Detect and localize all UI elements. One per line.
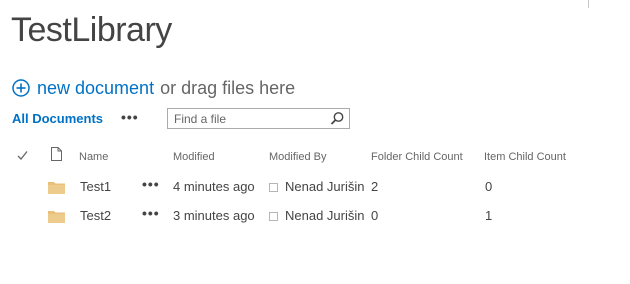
- item-name-link[interactable]: Test2: [80, 208, 111, 223]
- add-circle-icon[interactable]: [12, 79, 30, 97]
- page-title: TestLibrary: [11, 11, 172, 49]
- table-row[interactable]: Test2 ••• 3 minutes ago Nenad Jurišin 0 …: [0, 202, 630, 230]
- search-input[interactable]: [168, 109, 326, 128]
- item-modified-by[interactable]: Nenad Jurišin: [285, 208, 365, 223]
- drag-files-hint: or drag files here: [160, 77, 296, 98]
- select-all-check-icon[interactable]: [17, 150, 28, 161]
- upload-bar: new document or drag files here: [12, 76, 295, 100]
- divider: [588, 0, 589, 8]
- presence-indicator: [269, 212, 278, 221]
- column-header-folder-child-count[interactable]: Folder Child Count: [371, 151, 463, 163]
- item-modified-by[interactable]: Nenad Jurišin: [285, 179, 365, 194]
- item-modified: 3 minutes ago: [173, 208, 255, 223]
- item-name-link[interactable]: Test1: [80, 179, 111, 194]
- item-folder-child-count: 2: [371, 179, 379, 194]
- folder-icon: [48, 182, 65, 194]
- table-row[interactable]: Test1 ••• 4 minutes ago Nenad Jurišin 2 …: [0, 173, 630, 201]
- search-box: [167, 108, 350, 129]
- document-library-page: TestLibrary new document or drag files h…: [0, 0, 630, 284]
- item-folder-child-count: 0: [371, 208, 379, 223]
- item-item-child-count: 0: [485, 179, 493, 194]
- column-header-modified[interactable]: Modified: [173, 151, 215, 163]
- search-icon[interactable]: [330, 111, 345, 126]
- column-header-item-child-count[interactable]: Item Child Count: [484, 151, 566, 163]
- item-more-button[interactable]: •••: [142, 205, 160, 221]
- column-header-modified-by[interactable]: Modified By: [269, 151, 326, 163]
- item-modified: 4 minutes ago: [173, 179, 255, 194]
- presence-indicator: [269, 183, 278, 192]
- more-views-button[interactable]: •••: [121, 109, 139, 125]
- document-type-icon: [51, 147, 62, 161]
- folder-icon: [48, 211, 65, 223]
- column-header-name[interactable]: Name: [79, 151, 108, 163]
- column-header-row: Name Modified Modified By Folder Child C…: [0, 145, 630, 169]
- item-more-button[interactable]: •••: [142, 176, 160, 192]
- view-all-documents[interactable]: All Documents: [12, 111, 103, 126]
- new-document-link[interactable]: new document: [37, 78, 154, 99]
- item-item-child-count: 1: [485, 208, 493, 223]
